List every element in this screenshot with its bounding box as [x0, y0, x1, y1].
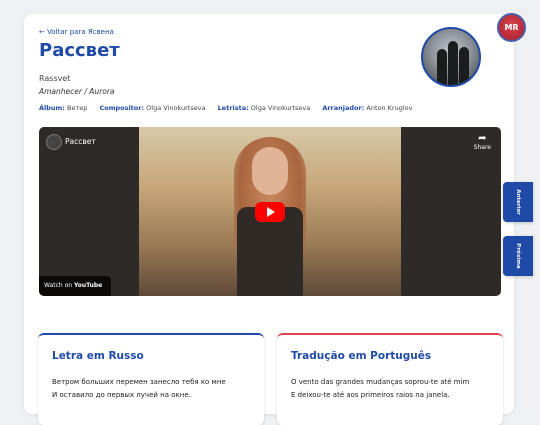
next-song-button[interactable]: Próxima [503, 236, 533, 276]
alternate-titles: Amanhecer / Aurora [39, 87, 115, 96]
song-metadata: Álbum: Ветер Compositor: Olga Vinokurtse… [39, 104, 422, 112]
figure-2 [448, 41, 458, 85]
watch-on-label: Watch on [44, 282, 73, 289]
share-button[interactable]: ➦ Share [473, 133, 491, 152]
russian-line: Ветром больших перемен занесло тебя ко м… [52, 378, 226, 386]
russian-lyrics-card: Letra em Russo Ветром больших перемен за… [38, 333, 264, 425]
album-info: Álbum: Ветер [39, 104, 87, 112]
figure-3 [459, 47, 469, 85]
portuguese-lyrics-card: Tradução em Português O vento das grande… [277, 333, 503, 425]
arranger-info: Arranjador: Anton Kruglov [322, 104, 412, 112]
composer-label: Compositor: [99, 104, 145, 112]
channel-avatar[interactable] [46, 134, 62, 150]
user-avatar[interactable]: MR [497, 13, 526, 42]
russian-lyrics-title: Letra em Russo [52, 350, 144, 362]
composer-value: Olga Vinokurtseva [146, 104, 206, 112]
transliteration: Rassvet [39, 74, 71, 83]
lyricist-info: Letrista: Olga Vinokurtseva [218, 104, 311, 112]
portuguese-line: E deixou-te até aos primeiros raios na j… [291, 391, 450, 399]
thumbnail-face [252, 147, 288, 195]
share-label: Share [473, 144, 491, 151]
back-link[interactable]: ← Voltar para Ясвена [39, 28, 114, 36]
share-icon: ➦ [478, 133, 487, 144]
russian-line: И оставило до первых лучей на окне. [52, 391, 191, 399]
previous-label: Anterior [515, 189, 521, 215]
lyricist-label: Letrista: [217, 104, 249, 112]
next-label: Próxima [515, 243, 521, 269]
portuguese-lyrics-title: Tradução em Português [291, 350, 432, 362]
youtube-logo: YouTube [73, 282, 103, 289]
arranger-label: Arranjador: [322, 104, 365, 112]
artist-photo [421, 27, 481, 87]
watch-on-youtube[interactable]: Watch on YouTube [39, 276, 111, 296]
video-player[interactable]: Рассвет ➦ Share Watch on YouTube [39, 127, 501, 296]
album-label: Álbum: [39, 104, 65, 112]
page-title: Рассвет [39, 40, 120, 61]
video-title[interactable]: Рассвет [65, 137, 96, 146]
previous-song-button[interactable]: Anterior [503, 182, 533, 222]
composer-info: Compositor: Olga Vinokurtseva [99, 104, 205, 112]
portuguese-line: O vento das grandes mudanças soprou-te a… [291, 378, 470, 386]
lyricist-value: Olga Vinokurtseva [250, 104, 311, 112]
arranger-value: Anton Kruglov [366, 104, 413, 112]
play-button[interactable] [255, 202, 285, 222]
figure-1 [437, 49, 447, 85]
album-value: Ветер [67, 104, 88, 112]
